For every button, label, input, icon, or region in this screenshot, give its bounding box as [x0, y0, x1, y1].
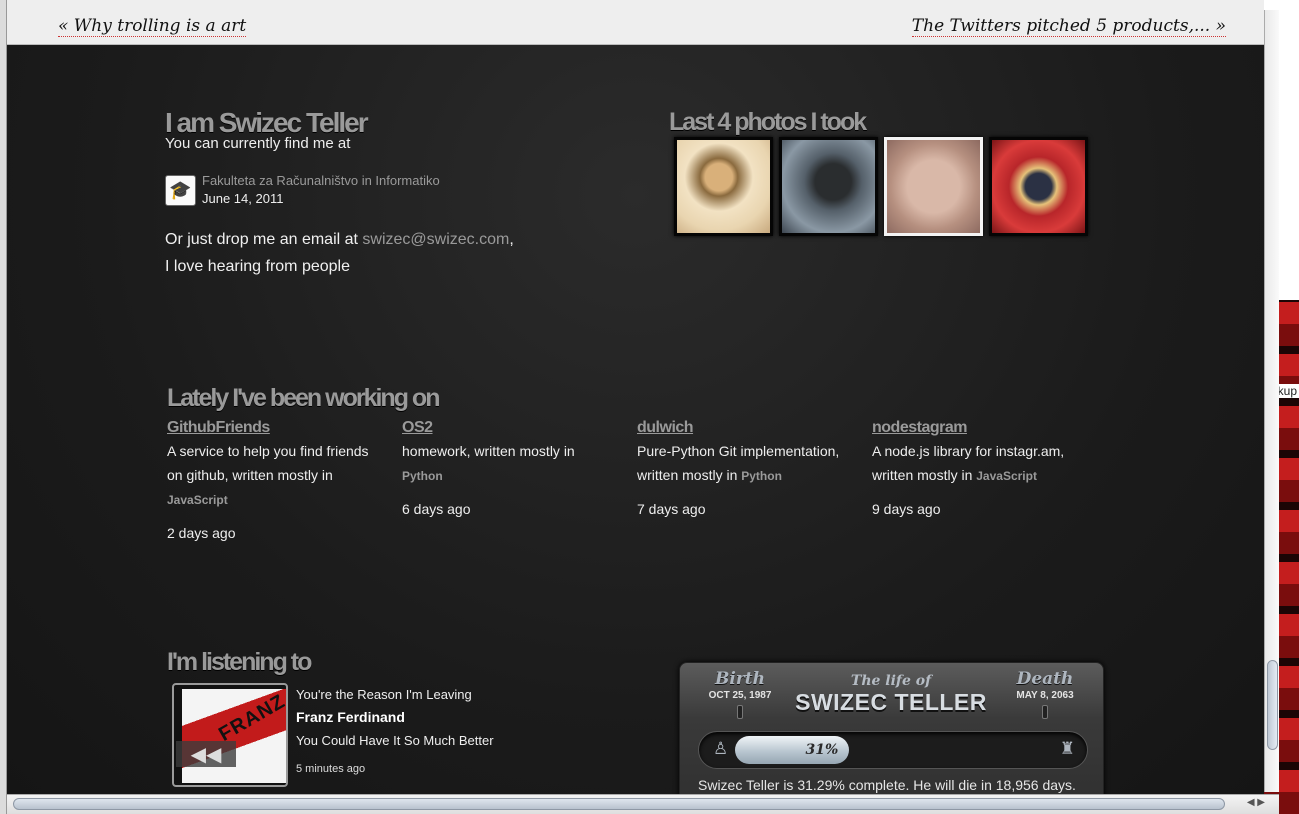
project-language: JavaScript [976, 469, 1037, 483]
project-description: A service to help you find friends on gi… [167, 439, 377, 512]
email-suffix: , [509, 231, 514, 248]
track-artist: Franz Ferdinand [296, 709, 405, 725]
vertical-scroll-thumb[interactable] [1267, 660, 1278, 750]
projects-list: GithubFriends A service to help you find… [167, 417, 1127, 541]
project-name-link[interactable]: dulwich [637, 419, 694, 436]
previous-post-link[interactable]: « Why trolling is a art [58, 16, 247, 37]
project-description: A node.js library for instagr.am, writte… [872, 439, 1082, 488]
project-updated: 7 days ago [637, 501, 706, 517]
baby-icon: ♙ [713, 739, 729, 758]
project-item: nodestagram A node.js library for instag… [872, 417, 1107, 541]
next-post-link[interactable]: The Twitters pitched 5 products,... » [911, 16, 1226, 37]
checkin-details: Fakulteta za Računalništvo in Informatik… [202, 172, 440, 208]
project-updated: 2 days ago [167, 525, 236, 541]
life-summary: Swizec Teller is 31.29% complete. He wil… [698, 777, 1076, 793]
track-album: You Could Have It So Much Better [296, 733, 494, 748]
photos-section: Last 4 photos I took [669, 107, 1088, 236]
project-updated: 9 days ago [872, 501, 941, 517]
life-person-name: SWIZEC TELLER [795, 689, 987, 715]
background-window-text: kup [1275, 384, 1299, 398]
closing-text: I love hearing from people [165, 258, 350, 275]
project-language: Python [402, 469, 443, 483]
project-language: JavaScript [167, 493, 228, 507]
intro-section: I am Swizec Teller You can currently fin… [165, 107, 585, 280]
life-percent-label: 31% [805, 742, 839, 758]
main-content: I am Swizec Teller You can currently fin… [7, 45, 1264, 794]
email-prefix: Or just drop me an email at [165, 231, 358, 248]
project-description: homework, written mostly in Python [402, 439, 612, 488]
project-description-text: Pure-Python Git implementation, written … [637, 443, 840, 483]
projects-section: Lately I've been working on GithubFriend… [167, 383, 1127, 541]
horizontal-scrollbar[interactable]: ◀ ▶ [7, 794, 1279, 814]
left-window-edge [0, 0, 7, 814]
death-date: MAY 8, 2063 [1016, 690, 1074, 701]
death-marker [1042, 705, 1048, 719]
track-played-time: 5 minutes ago [296, 763, 366, 775]
grave-icon: ♜ [1059, 739, 1075, 758]
projects-title: Lately I've been working on [167, 384, 440, 412]
photo-thumbnail[interactable] [989, 137, 1088, 236]
death-label: Death [1016, 669, 1074, 689]
listening-section: I'm listening to FRANZ ◀◀ You're the Rea… [167, 647, 667, 787]
checkin: 🎓 Fakulteta za Računalništvo in Informat… [165, 172, 585, 208]
post-navigation-bar: « Why trolling is a art The Twitters pit… [7, 0, 1264, 45]
email-paragraph: Or just drop me an email at swizec@swize… [165, 226, 585, 280]
project-item: dulwich Pure-Python Git implementation, … [637, 417, 872, 541]
birth-label: Birth [715, 669, 765, 689]
project-item: OS2 homework, written mostly in Python 6… [402, 417, 637, 541]
listening-title: I'm listening to [167, 648, 312, 676]
vertical-scrollbar[interactable] [1264, 10, 1279, 792]
horizontal-scroll-thumb[interactable] [13, 798, 1225, 810]
checkin-date: June 14, 2011 [202, 191, 284, 206]
intro-subtitle: You can currently find me at [165, 135, 351, 152]
project-language: Python [741, 469, 782, 483]
email-link[interactable]: swizec@swizec.com [362, 231, 509, 248]
life-progress-bar: ♙ 31% ♜ [698, 731, 1088, 769]
now-playing: FRANZ ◀◀ You're the Reason I'm Leaving F… [172, 683, 667, 787]
project-description-text: homework, written mostly in [402, 443, 575, 459]
photo-thumbnail[interactable] [779, 137, 878, 236]
photos-title: Last 4 photos I took [669, 108, 867, 136]
birth-date: OCT 25, 1987 [708, 690, 772, 701]
project-updated: 6 days ago [402, 501, 471, 517]
checkin-place: Fakulteta za Računalništvo in Informatik… [202, 173, 440, 188]
life-heading: The life of SWIZEC TELLER [785, 673, 997, 716]
project-description-text: A service to help you find friends on gi… [167, 443, 369, 483]
rewind-icon[interactable]: ◀◀ [176, 741, 236, 767]
photo-thumbnail[interactable] [674, 137, 773, 236]
project-description: Pure-Python Git implementation, written … [637, 439, 847, 488]
birth-marker [737, 705, 743, 719]
life-of-label: The life of [850, 673, 932, 689]
life-birth: Birth OCT 25, 1987 [700, 669, 780, 719]
project-item: GithubFriends A service to help you find… [167, 417, 402, 541]
photo-grid [674, 137, 1088, 236]
life-progress-widget: Birth OCT 25, 1987 The life of SWIZEC TE… [679, 662, 1104, 794]
album-cover[interactable]: FRANZ ◀◀ [172, 683, 288, 787]
project-name-link[interactable]: nodestagram [872, 419, 967, 436]
graduation-cap-icon: 🎓 [165, 174, 196, 206]
track-title: You're the Reason I'm Leaving [296, 687, 472, 702]
project-name-link[interactable]: GithubFriends [167, 419, 270, 436]
photo-thumbnail[interactable] [884, 137, 983, 236]
life-death: Death MAY 8, 2063 [1002, 669, 1088, 719]
track-info: You're the Reason I'm Leaving Franz Ferd… [296, 683, 494, 787]
scroll-arrows-icon[interactable]: ◀ ▶ [1247, 797, 1265, 808]
project-name-link[interactable]: OS2 [402, 419, 433, 436]
